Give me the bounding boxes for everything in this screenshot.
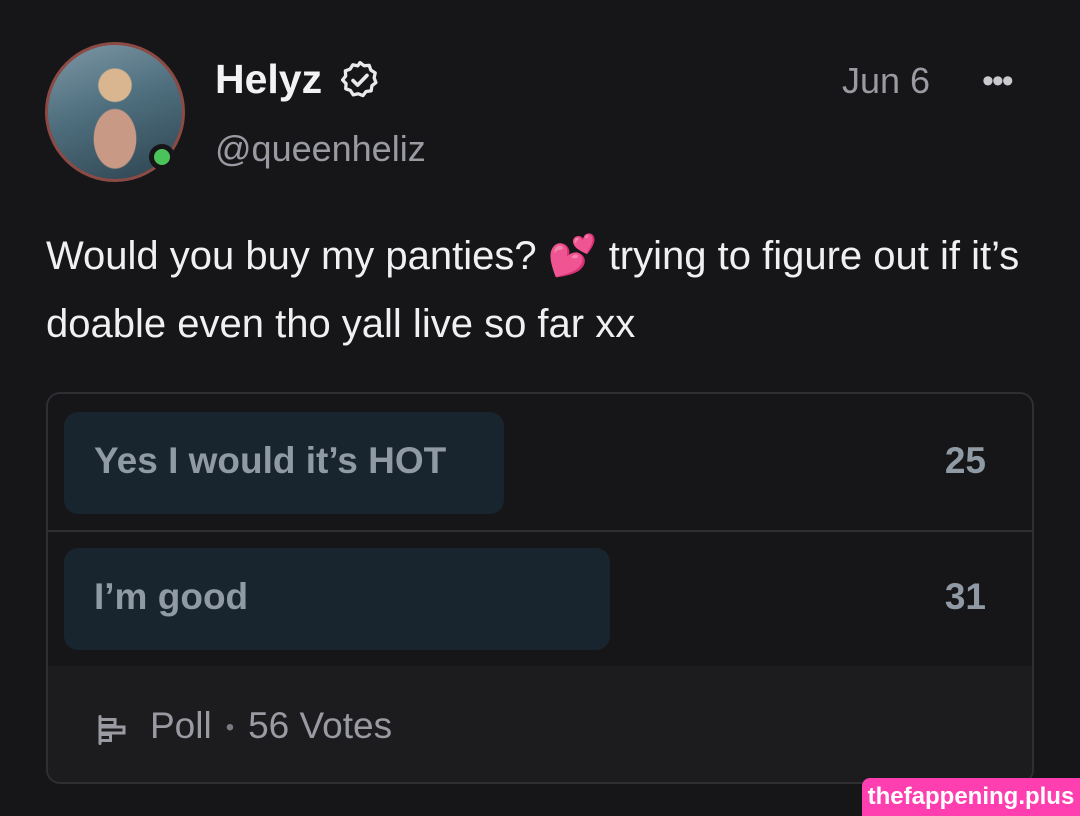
- poll-meta: Poll • 56 Votes: [150, 705, 392, 747]
- poll-type-label: Poll: [150, 705, 212, 746]
- watermark: thefappening.plus: [862, 778, 1080, 816]
- poll-option[interactable]: Yes I would it’s HOT 25: [48, 394, 1032, 532]
- post-date[interactable]: Jun 6: [842, 60, 930, 102]
- verified-badge-icon: [340, 60, 378, 98]
- poll-option-label: I’m good: [94, 576, 249, 617]
- online-status-indicator: [149, 144, 175, 170]
- poll-option-label: Yes I would it’s HOT: [94, 440, 447, 481]
- poll-total-votes: 56 Votes: [248, 705, 393, 746]
- more-horizontal-icon[interactable]: •••: [982, 62, 1014, 101]
- poll-footer: Poll • 56 Votes: [48, 666, 1032, 782]
- author-name[interactable]: Helyz: [215, 56, 322, 103]
- author-handle[interactable]: @queenheliz: [215, 128, 426, 170]
- poll-option[interactable]: I’m good 31: [48, 530, 1032, 668]
- poll-card: Yes I would it’s HOT 25 I’m good 31 Poll…: [46, 392, 1034, 784]
- poll-option-votes: 25: [944, 440, 986, 481]
- two-hearts-emoji: 💕: [547, 234, 598, 278]
- post-text-part1: Would you buy my panties?: [46, 234, 548, 278]
- poll-meta-separator: •: [225, 714, 235, 742]
- post-text: Would you buy my panties? 💕 trying to fi…: [46, 222, 1046, 358]
- poll-option-votes: 31: [944, 576, 986, 617]
- poll-icon: [98, 715, 126, 745]
